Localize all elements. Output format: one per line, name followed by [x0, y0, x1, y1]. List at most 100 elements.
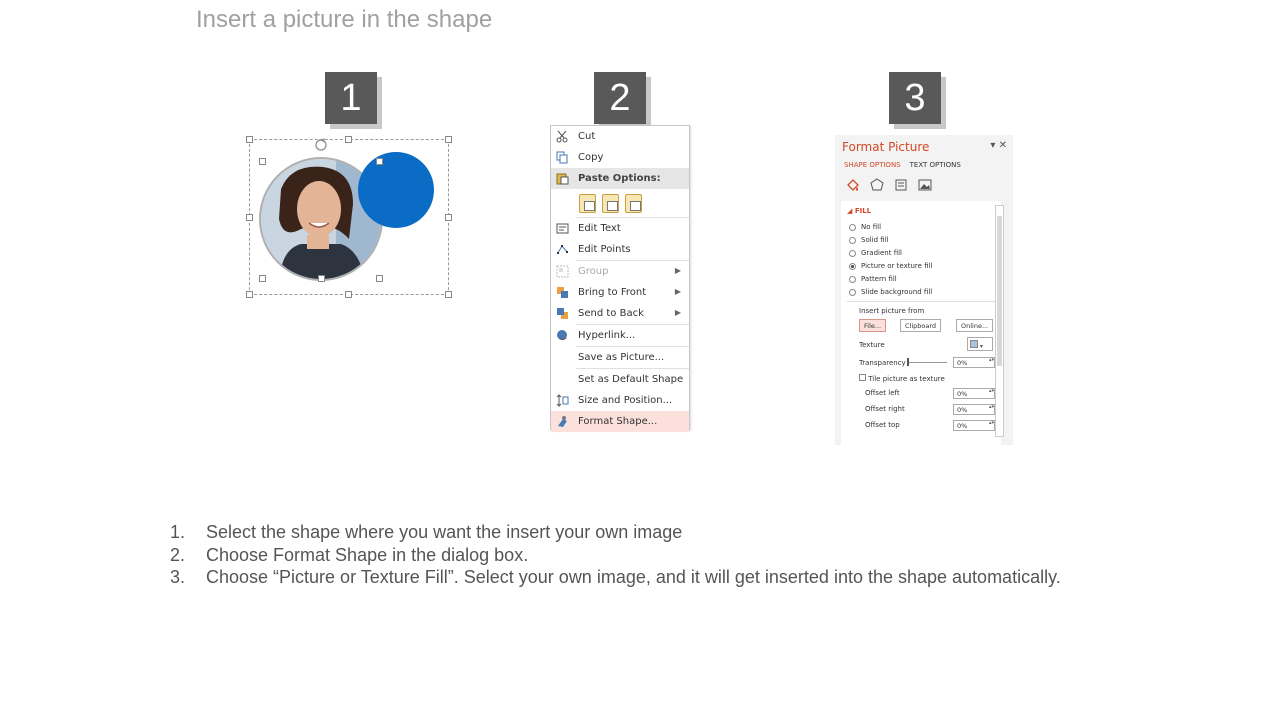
step-1-badge: 1 — [325, 72, 377, 124]
menu-item-bring-to-front[interactable]: Bring to Front ▶ — [551, 282, 689, 303]
submenu-arrow-icon: ▶ — [674, 266, 681, 275]
paste-icon — [556, 173, 569, 185]
slide-title: Insert a picture in the shape — [196, 6, 493, 33]
offset-top-input[interactable]: 0% — [953, 420, 995, 431]
tile-picture-checkbox-row[interactable]: Tile picture as texture — [859, 374, 945, 383]
online-button[interactable]: Online... — [956, 319, 994, 332]
resize-handle[interactable] — [318, 275, 325, 282]
resize-handle[interactable] — [376, 275, 383, 282]
resize-handle[interactable] — [259, 275, 266, 282]
paste-merge-icon[interactable] — [602, 193, 619, 213]
submenu-arrow-icon: ▶ — [674, 308, 681, 317]
offset-right-label: Offset right — [865, 405, 905, 413]
group-icon — [556, 265, 569, 278]
resize-handle[interactable] — [376, 158, 383, 165]
context-menu: Cut Copy Paste Options: Edit Text Edit P… — [550, 125, 690, 432]
edit-points-icon — [557, 245, 568, 254]
picture-icon[interactable] — [918, 178, 932, 192]
pane-scrollbar[interactable] — [995, 205, 1004, 437]
transparency-input[interactable]: 0% — [953, 357, 995, 368]
offset-left-label: Offset left — [865, 389, 900, 397]
transparency-slider[interactable] — [907, 362, 947, 363]
format-shape-icon — [558, 416, 567, 427]
radio-no-fill[interactable]: No fill — [849, 223, 881, 231]
file-button[interactable]: File... — [859, 319, 887, 332]
rotate-icon[interactable] — [314, 138, 328, 152]
size-properties-icon[interactable] — [894, 178, 908, 192]
menu-item-group[interactable]: Group ▶ — [551, 261, 689, 282]
radio-pattern-fill[interactable]: Pattern fill — [849, 275, 897, 283]
pane-body: ◢ FILL No fill Solid fill Gradient fill … — [841, 201, 1001, 445]
shape-selection-illustration — [240, 130, 460, 305]
resize-handle[interactable] — [345, 136, 352, 143]
clipboard-button[interactable]: Clipboard — [900, 319, 942, 332]
resize-handle[interactable] — [345, 291, 352, 298]
tab-shape-options[interactable]: SHAPE OPTIONS — [844, 161, 901, 169]
hyperlink-icon — [557, 330, 567, 340]
menu-item-set-default-shape[interactable]: Set as Default Shape — [551, 369, 689, 390]
scissors-icon — [556, 130, 568, 143]
resize-handle[interactable] — [246, 214, 253, 221]
menu-item-edit-text[interactable]: Edit Text — [551, 218, 689, 239]
transparency-label: Transparency — [859, 359, 906, 367]
radio-gradient-fill[interactable]: Gradient fill — [849, 249, 902, 257]
edit-text-icon — [556, 223, 569, 234]
resize-handle[interactable] — [259, 158, 266, 165]
offset-left-input[interactable]: 0% — [953, 388, 995, 399]
fill-line-icon[interactable] — [846, 178, 860, 192]
menu-item-save-as-picture[interactable]: Save as Picture... — [551, 347, 689, 368]
menu-item-hyperlink[interactable]: Hyperlink... — [551, 325, 689, 346]
resize-handle[interactable] — [445, 291, 452, 298]
resize-handle[interactable] — [445, 136, 452, 143]
instruction-item: 1. Select the shape where you want the in… — [170, 522, 683, 542]
menu-item-copy[interactable]: Copy — [551, 147, 689, 168]
insert-picture-from-label: Insert picture from — [859, 307, 925, 315]
paste-options-header: Paste Options: — [551, 168, 689, 189]
radio-button[interactable] — [849, 275, 856, 283]
radio-button[interactable] — [849, 236, 856, 244]
blue-circle-shape[interactable] — [358, 152, 434, 228]
pane-close-icon[interactable]: ▾ ✕ — [990, 140, 1007, 151]
pane-title: Format Picture — [842, 140, 930, 154]
paste-keep-formatting-icon[interactable] — [579, 193, 596, 213]
texture-label: Texture — [859, 341, 885, 349]
radio-slide-background-fill[interactable]: Slide background fill — [849, 288, 932, 296]
step-3-badge: 3 — [889, 72, 941, 124]
texture-dropdown[interactable]: ▾ — [967, 337, 993, 351]
effects-pentagon-icon[interactable] — [870, 178, 884, 192]
resize-handle[interactable] — [246, 291, 253, 298]
radio-button-selected[interactable] — [849, 262, 856, 270]
size-position-icon — [556, 394, 569, 407]
radio-solid-fill[interactable]: Solid fill — [849, 236, 889, 244]
fill-section-header[interactable]: ◢ FILL — [847, 207, 871, 215]
instruction-item: 3. Choose “Picture or Texture Fill”. Sele… — [170, 567, 1061, 587]
transparency-slider-thumb[interactable] — [907, 358, 909, 366]
menu-item-cut[interactable]: Cut — [551, 126, 689, 147]
menu-item-format-shape[interactable]: Format Shape... — [551, 411, 689, 432]
radio-button[interactable] — [849, 288, 856, 296]
scrollbar-thumb[interactable] — [997, 216, 1002, 366]
tab-text-options[interactable]: TEXT OPTIONS — [910, 161, 961, 169]
instruction-list: 1. Select the shape where you want the in… — [170, 521, 1061, 589]
radio-button[interactable] — [849, 223, 856, 231]
bring-to-front-icon — [557, 287, 568, 298]
instruction-item: 2. Choose Format Shape in the dialog box. — [170, 544, 529, 565]
resize-handle[interactable] — [246, 136, 253, 143]
pane-divider — [847, 301, 997, 302]
menu-item-send-to-back[interactable]: Send to Back ▶ — [551, 303, 689, 324]
radio-picture-texture-fill[interactable]: Picture or texture fill — [849, 262, 933, 270]
format-picture-pane: Format Picture ▾ ✕ SHAPE OPTIONS TEXT OP… — [835, 135, 1013, 445]
offset-right-input[interactable]: 0% — [953, 404, 995, 415]
resize-handle[interactable] — [445, 214, 452, 221]
paste-picture-icon[interactable] — [625, 193, 642, 213]
radio-button[interactable] — [849, 249, 856, 257]
texture-swatch-icon — [970, 340, 978, 348]
copy-icon — [556, 151, 568, 164]
menu-item-edit-points[interactable]: Edit Points — [551, 239, 689, 260]
tile-checkbox[interactable] — [859, 374, 866, 381]
submenu-arrow-icon: ▶ — [674, 287, 681, 296]
step-2-badge: 2 — [594, 72, 646, 124]
menu-item-size-position[interactable]: Size and Position... — [551, 390, 689, 411]
offset-top-label: Offset top — [865, 421, 900, 429]
paste-options-row — [551, 189, 689, 217]
